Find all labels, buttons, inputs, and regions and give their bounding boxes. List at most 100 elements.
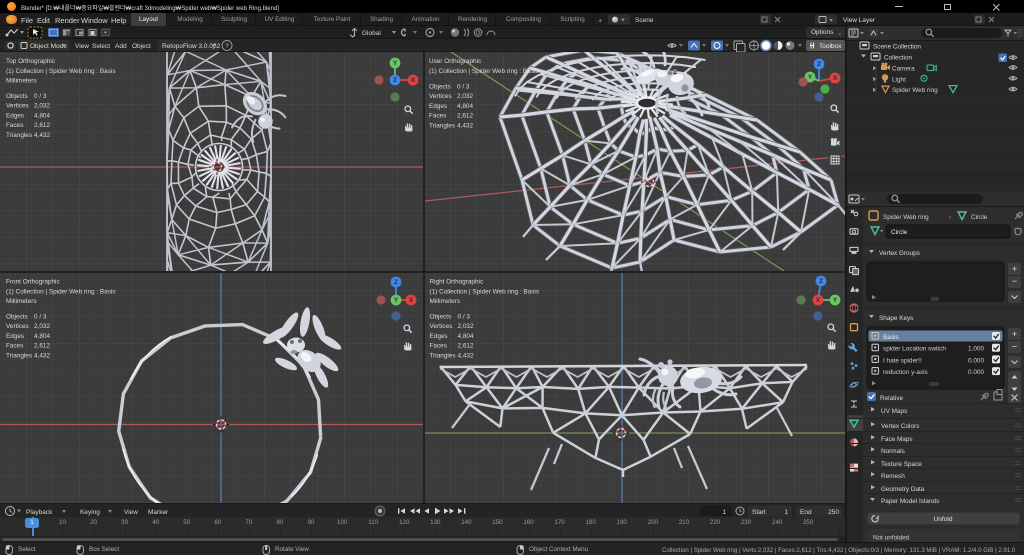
svg-text:Edges: Edges [6, 333, 24, 340]
svg-text:X: X [409, 297, 414, 304]
svg-text:Playback: Playback [26, 509, 53, 516]
svg-text:User Orthographic: User Orthographic [429, 58, 482, 65]
svg-text:Remesh: Remesh [881, 473, 905, 480]
svg-text:−: − [1012, 342, 1017, 352]
svg-text:0 / 3: 0 / 3 [34, 314, 47, 321]
svg-text:2,032: 2,032 [34, 323, 50, 330]
svg-text:Paper Model Islands: Paper Model Islands [881, 498, 939, 505]
svg-text:4,432: 4,432 [457, 122, 473, 129]
svg-text:−: − [1012, 276, 1017, 286]
svg-text:Select: Select [92, 43, 110, 50]
svg-text:4,432: 4,432 [458, 352, 474, 359]
svg-text:Scene: Scene [635, 17, 654, 24]
svg-text:Triangles: Triangles [6, 352, 32, 359]
svg-text:Basis: Basis [883, 334, 899, 341]
svg-text:View Layer: View Layer [843, 17, 876, 24]
svg-text:Scene Collection: Scene Collection [873, 44, 921, 51]
svg-text:Unfold: Unfold [933, 516, 952, 523]
svg-text:Right Orthographic: Right Orthographic [430, 279, 484, 286]
svg-text:(1) Collection | Spider Web ri: (1) Collection | Spider Web ring : Basis [430, 289, 540, 296]
svg-text:Start: Start [752, 509, 766, 516]
svg-text:End: End [800, 509, 812, 516]
svg-text:Faces: Faces [6, 122, 23, 129]
svg-text:Toolbox: Toolbox [819, 43, 842, 50]
svg-text:Shape Keys: Shape Keys [879, 315, 913, 322]
svg-text:Geometry Data: Geometry Data [881, 486, 925, 493]
svg-text:Triangles: Triangles [430, 352, 456, 359]
svg-text:2,032: 2,032 [458, 323, 474, 330]
svg-text:2,612: 2,612 [34, 343, 50, 350]
svg-text:1: 1 [722, 509, 726, 516]
svg-text:Millimeters: Millimeters [6, 298, 37, 305]
svg-text:Y: Y [808, 74, 813, 81]
svg-text:Relative: Relative [880, 395, 904, 402]
svg-text:Global: Global [362, 30, 381, 37]
svg-text:Triangles: Triangles [6, 132, 32, 139]
svg-text:Objects: Objects [429, 84, 451, 91]
svg-text:X: X [411, 77, 416, 84]
svg-text:Faces: Faces [429, 113, 446, 120]
svg-text:+: + [1012, 329, 1017, 339]
svg-text:Circle: Circle [971, 214, 988, 221]
svg-text:Triangles: Triangles [429, 122, 455, 129]
svg-text:Light: Light [892, 76, 906, 83]
svg-text:I hate spider!!: I hate spider!! [883, 357, 922, 364]
svg-text:(1) Collection | Spider Web ri: (1) Collection | Spider Web ring : Basis [429, 68, 539, 75]
svg-text:(1) Collection | Spider Web ri: (1) Collection | Spider Web ring : Basis [6, 289, 116, 296]
svg-text:2,612: 2,612 [457, 113, 473, 120]
svg-text:Vertices: Vertices [6, 103, 29, 110]
svg-text:Vertices: Vertices [430, 323, 453, 330]
svg-text:›: › [949, 214, 951, 221]
svg-text:4,804: 4,804 [34, 333, 50, 340]
svg-text:Spider Web ring: Spider Web ring [883, 214, 929, 221]
svg-text:Z: Z [394, 279, 398, 286]
svg-text:Objects: Objects [6, 93, 28, 100]
svg-text:Top Orthographic: Top Orthographic [6, 58, 56, 65]
svg-text:Marker: Marker [148, 509, 169, 516]
svg-text:Z: Z [393, 77, 397, 84]
svg-text:Y: Y [393, 60, 398, 67]
svg-text:Spider Web ring: Spider Web ring [892, 87, 938, 94]
svg-text:1: 1 [784, 509, 788, 516]
svg-text:Camera: Camera [892, 66, 915, 73]
svg-text:Normals: Normals [881, 448, 905, 455]
svg-text:4,432: 4,432 [34, 132, 50, 139]
svg-text:Circle: Circle [891, 229, 908, 236]
svg-text:reduction y-axis: reduction y-axis [883, 369, 928, 376]
svg-text:spider Location switch: spider Location switch [883, 346, 946, 353]
svg-text:Z: Z [817, 61, 821, 68]
svg-text:Keying: Keying [80, 509, 100, 516]
svg-text:Face Maps: Face Maps [881, 436, 913, 443]
svg-text:X: X [833, 75, 838, 82]
svg-text:Vertices: Vertices [429, 93, 452, 100]
svg-text:Front Orthographic: Front Orthographic [6, 279, 60, 286]
svg-text:Edges: Edges [430, 333, 448, 340]
svg-text:Vertex Colors: Vertex Colors [881, 423, 919, 430]
svg-text:Not unfolded: Not unfolded [873, 535, 910, 542]
svg-text:2,612: 2,612 [34, 122, 50, 129]
svg-text:Edges: Edges [429, 103, 447, 110]
svg-text:UV Maps: UV Maps [881, 408, 907, 415]
svg-text:?: ? [225, 43, 229, 50]
svg-text:X: X [816, 297, 821, 304]
svg-text:Vertices: Vertices [6, 323, 29, 330]
svg-text:0 / 3: 0 / 3 [458, 314, 471, 321]
svg-text:(1) Collection | Spider Web ri: (1) Collection | Spider Web ring : Basis [6, 68, 116, 75]
svg-text:Faces: Faces [6, 343, 23, 350]
svg-text:Object Mode: Object Mode [30, 43, 67, 50]
svg-text:Object: Object [132, 43, 151, 50]
svg-text:Edges: Edges [6, 112, 24, 119]
svg-text:2,032: 2,032 [457, 93, 473, 100]
svg-text:Objects: Objects [430, 314, 452, 321]
svg-text:Collection: Collection [884, 55, 913, 62]
svg-text:250: 250 [828, 509, 839, 516]
svg-text:Vertex Groups: Vertex Groups [879, 250, 920, 257]
svg-text:2,612: 2,612 [458, 343, 474, 350]
svg-text:Millimeters: Millimeters [430, 298, 461, 305]
svg-text:Objects: Objects [6, 314, 28, 321]
svg-text:View: View [124, 509, 138, 516]
svg-text:4,804: 4,804 [34, 112, 50, 119]
svg-text:Z: Z [819, 278, 823, 285]
svg-text:Texture Space: Texture Space [881, 461, 922, 468]
svg-text:+: + [1012, 264, 1017, 274]
